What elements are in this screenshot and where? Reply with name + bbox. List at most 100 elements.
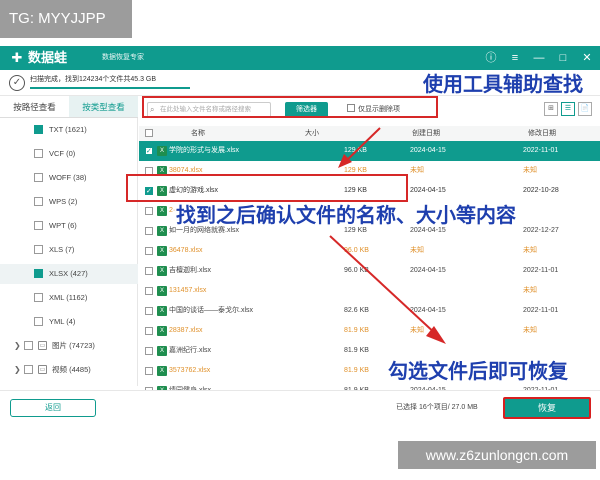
sidebar-item[interactable]: XLS (7): [0, 240, 138, 260]
column-modified[interactable]: 修改日期: [528, 126, 556, 141]
modified-date: 2022-10-28: [523, 187, 559, 194]
close-icon[interactable]: ✕: [580, 49, 594, 67]
file-size: 129 KB: [344, 147, 367, 154]
list-view-icon[interactable]: ☰: [561, 102, 575, 116]
sidebar-item[interactable]: WPS (2): [0, 192, 138, 212]
file-name: 学院的形式与发展.xlsx: [169, 147, 239, 154]
table-row[interactable]: X 中国的谈话——泰戈尔.xlsx 82.6 KB 2024-04-15 2022-11…: [139, 301, 600, 321]
sidebar-item[interactable]: ❯ ▭ 视频 (4485): [0, 360, 138, 380]
column-name[interactable]: 名称: [191, 126, 205, 141]
expand-arrow-icon[interactable]: ❯: [14, 336, 21, 356]
sidebar-item-label: WPS (2): [49, 197, 78, 206]
table-row[interactable]: X 28387.xlsx 81.9 KB 未知 未知: [139, 321, 600, 341]
table-row[interactable]: X 嘉洲纪行.xlsx 81.9 KB: [139, 341, 600, 361]
excel-file-icon: X: [157, 306, 167, 316]
file-size: 82.6 KB: [344, 307, 369, 314]
row-checkbox[interactable]: [145, 347, 153, 355]
sidebar-item[interactable]: XLSX (427): [0, 264, 138, 284]
row-checkbox[interactable]: [145, 267, 153, 275]
sidebar-item-checkbox[interactable]: [34, 245, 43, 254]
sidebar-item-checkbox[interactable]: [34, 173, 43, 182]
created-date: 2024-04-15: [410, 187, 446, 194]
file-name: 36478.xlsx: [169, 247, 203, 254]
sidebar-item-label: 视频 (4485): [52, 365, 91, 374]
sidebar-item-checkbox[interactable]: [34, 149, 43, 158]
sidebar-item[interactable]: TXT (1621): [0, 120, 138, 140]
logo-plus-icon: ✚: [11, 50, 23, 65]
sidebar-item[interactable]: WOFF (38): [0, 168, 138, 188]
file-size: 96.0 KB: [344, 267, 369, 274]
row-checkbox[interactable]: [145, 247, 153, 255]
tab-by-type[interactable]: 按类型查看: [69, 96, 138, 117]
sidebar-item[interactable]: YML (4): [0, 312, 138, 332]
app-logo: ✚ 数据蛙: [10, 49, 67, 67]
column-created[interactable]: 创建日期: [412, 126, 440, 141]
file-list-panel: ⌕ 在此处输入文件名称或路径搜索 筛选器 仅显示删除项 ⊞ ☰ 📄 名称 大小 创…: [139, 96, 600, 396]
row-checkbox[interactable]: [145, 142, 153, 162]
sidebar-item-label: XML (1162): [49, 293, 88, 302]
row-checkbox[interactable]: [145, 367, 153, 375]
sidebar-item-checkbox[interactable]: [34, 293, 43, 302]
sidebar-item[interactable]: ❯ ▭ 图片 (74723): [0, 336, 138, 356]
view-tabs: 按路径查看 按类型查看: [0, 96, 138, 118]
detail-view-icon[interactable]: 📄: [578, 102, 592, 116]
table-row[interactable]: X 36478.xlsx 96.0 KB 未知 未知: [139, 241, 600, 261]
sidebar-item-label: TXT (1621): [49, 125, 87, 134]
sidebar-item[interactable]: XML (1162): [0, 288, 138, 308]
row-checkbox[interactable]: [145, 227, 153, 235]
table-row[interactable]: X 吉檀迦利.xlsx 96.0 KB 2024-04-15 2022-11-01: [139, 261, 600, 281]
row-checkbox[interactable]: [145, 287, 153, 295]
app-subtitle: 数据恢复专家: [102, 54, 144, 61]
sidebar-item-checkbox[interactable]: [34, 317, 43, 326]
modified-date: 未知: [523, 167, 537, 174]
excel-file-icon: X: [157, 206, 167, 216]
file-name: 中国的谈话——泰戈尔.xlsx: [169, 307, 253, 314]
table-row[interactable]: X 131457.xlsx 未知: [139, 281, 600, 301]
modified-date: 未知: [523, 247, 537, 254]
folder-icon: ▭: [38, 341, 47, 350]
maximize-icon[interactable]: □: [556, 49, 570, 67]
scan-progress-fill: [30, 87, 190, 89]
file-name: 3573762.xlsx: [169, 367, 211, 374]
row-checkbox[interactable]: [145, 307, 153, 315]
window-controls: ⓘ ≡ — □ ✕: [484, 49, 594, 67]
sidebar-item-checkbox[interactable]: [34, 197, 43, 206]
created-date: 2024-04-15: [410, 147, 446, 154]
expand-arrow-icon[interactable]: ❯: [14, 360, 21, 380]
sidebar-item[interactable]: VCF (0): [0, 144, 138, 164]
back-button[interactable]: 返回: [10, 399, 96, 417]
info-icon[interactable]: ⓘ: [484, 49, 498, 67]
sidebar-item-label: XLSX (427): [49, 269, 88, 278]
row-checkbox[interactable]: [145, 327, 153, 335]
table-row[interactable]: X学院的形式与发展.xlsx 129 KB 2024-04-15 2022-11-01: [139, 141, 600, 162]
group-checkbox[interactable]: [24, 365, 33, 374]
title-bar: ✚ 数据蛙 数据恢复专家 ⓘ ≡ — □ ✕: [0, 46, 600, 70]
excel-file-icon: X: [157, 326, 167, 336]
sidebar-item-checkbox[interactable]: [34, 221, 43, 230]
created-date: 未知: [410, 167, 424, 174]
file-name: 嘉洲纪行.xlsx: [169, 347, 211, 354]
sidebar-item-label: WOFF (38): [49, 173, 87, 182]
file-name: 吉檀迦利.xlsx: [169, 267, 211, 274]
highlight-box-row: [126, 174, 408, 202]
grid-view-icon[interactable]: ⊞: [544, 102, 558, 116]
select-all-checkbox[interactable]: [145, 129, 153, 137]
sidebar-item-checkbox[interactable]: [34, 269, 43, 278]
recover-button[interactable]: 恢复: [503, 397, 591, 419]
group-checkbox[interactable]: [24, 341, 33, 350]
file-size: 81.9 KB: [344, 367, 369, 374]
tab-by-path[interactable]: 按路径查看: [0, 96, 69, 117]
app-name: 数据蛙: [28, 50, 68, 65]
minimize-icon[interactable]: —: [532, 49, 546, 67]
column-size[interactable]: 大小: [305, 126, 319, 141]
sidebar-item-label: WPT (6): [49, 221, 77, 230]
row-checkbox[interactable]: [145, 207, 153, 215]
sidebar-item-checkbox[interactable]: [34, 125, 43, 134]
menu-icon[interactable]: ≡: [508, 49, 522, 67]
annotation-use-tools: 使用工具辅助查找: [423, 74, 583, 96]
sidebar-item-label: 图片 (74723): [52, 341, 95, 350]
sidebar-item[interactable]: WPT (6): [0, 216, 138, 236]
file-size: 81.9 KB: [344, 327, 369, 334]
folder-icon: ▭: [38, 365, 47, 374]
modified-date: 2022-12-27: [523, 227, 559, 234]
